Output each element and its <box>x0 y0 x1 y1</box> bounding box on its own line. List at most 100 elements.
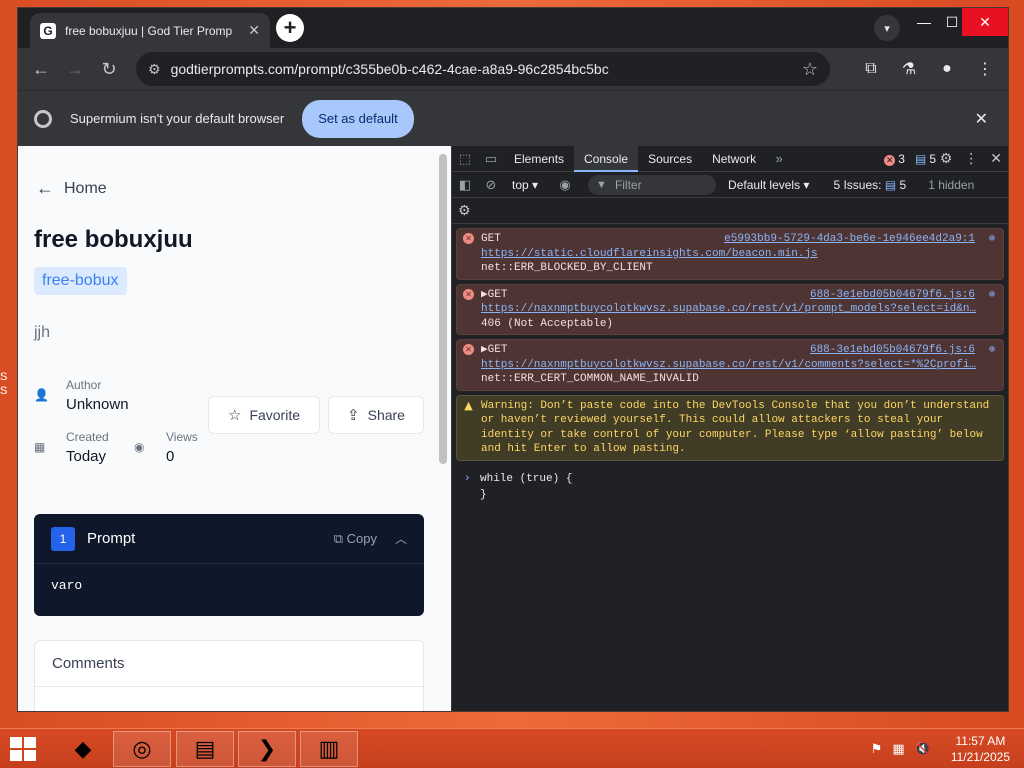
request-url[interactable]: https://static.cloudflareinsights.com/be… <box>481 247 977 262</box>
ai-insight-icon[interactable]: ⊕ <box>989 233 995 248</box>
inspect-element-icon[interactable]: ⬚ <box>452 151 478 167</box>
live-expression-eye-icon[interactable]: ◉ <box>552 177 578 193</box>
clear-console-icon[interactable]: ⊘ <box>478 177 504 193</box>
file-explorer-icon[interactable]: ▤ <box>176 731 234 767</box>
request-method[interactable]: ▶GET <box>481 289 507 301</box>
back-arrow-icon[interactable]: ← <box>24 52 58 86</box>
context-selector[interactable]: top ▾ <box>512 178 538 192</box>
tab-elements[interactable]: Elements <box>504 146 574 172</box>
source-link[interactable]: 688-3e1ebd05b04679f6.js:6 <box>810 343 975 358</box>
reload-icon[interactable]: ↻ <box>92 52 126 86</box>
home-link[interactable]: ← Home <box>36 178 107 199</box>
ai-insight-icon[interactable]: ⊕ <box>989 289 995 304</box>
source-link[interactable]: e5993bb9-5729-4da3-be6e-1e946ee4d2a9:1 <box>724 232 975 247</box>
menu-kebab-icon[interactable]: ⋮ <box>970 54 1000 84</box>
address-bar[interactable]: ⚙ godtierprompts.com/prompt/c355be0b-c46… <box>136 52 830 86</box>
console-settings-row: ⚙ <box>452 198 1008 224</box>
console-input-line[interactable]: › while (true) { <box>456 471 1004 487</box>
calendar-icon: ▦ <box>34 440 46 454</box>
infobar-close-icon[interactable]: ✕ <box>975 109 988 129</box>
ai-insight-icon[interactable]: ⊕ <box>989 344 995 359</box>
prompt-card: 1 Prompt ⧉ Copy ︿ varo <box>34 514 424 616</box>
request-url[interactable]: https://naxnmptbuycolotkwvsz.supabase.co… <box>481 302 977 317</box>
devtools-tabbar: ⬚ ▭ Elements Console Sources Network » ✕… <box>452 145 1008 172</box>
settings-gear-icon[interactable]: ⚙ <box>940 150 953 167</box>
app-icon-red[interactable]: ◆ <box>54 731 112 767</box>
views-label: Views <box>166 430 198 444</box>
clock[interactable]: 11:57 AM 11/21/2025 <box>951 733 1010 765</box>
close-window-button[interactable]: ✕ <box>962 8 1008 36</box>
site-favicon-icon: G <box>40 22 56 39</box>
message-counter[interactable]: ▤ 5 <box>915 152 936 166</box>
site-info-icon[interactable]: ⚙ <box>148 61 161 78</box>
console-error-message[interactable]: ✕ ▶GET 688-3e1ebd05b04679f6.js:6 ⊕ https… <box>456 339 1004 391</box>
issues-link[interactable]: 5 Issues: ▤ 5 <box>833 178 906 192</box>
devtools-menu-icon[interactable]: ⋮ <box>964 150 978 167</box>
extensions-icon[interactable]: ⧉ <box>856 54 886 84</box>
eye-icon: ◉ <box>134 440 145 454</box>
more-tabs-icon[interactable]: » <box>766 151 792 166</box>
request-method: GET <box>481 233 501 245</box>
prompt-header[interactable]: 1 Prompt ⧉ Copy ︿ <box>34 514 424 564</box>
forward-arrow-icon[interactable]: → <box>58 52 92 86</box>
console-error-message[interactable]: ✕ GET e5993bb9-5729-4da3-be6e-1e946ee4d2… <box>456 228 1004 280</box>
clock-date: 11/21/2025 <box>950 750 1010 764</box>
filter-input[interactable]: ▼ Filter <box>588 174 717 195</box>
chevron-up-icon[interactable]: ︿ <box>395 530 407 547</box>
device-toolbar-icon[interactable]: ▭ <box>478 151 504 167</box>
page-scrollbar[interactable] <box>439 154 447 464</box>
console-input-text[interactable]: while (true) { <box>480 473 572 485</box>
favorite-button[interactable]: ☆ Favorite <box>208 396 320 434</box>
powershell-icon[interactable]: ❯ <box>238 731 296 767</box>
bookmark-star-icon[interactable]: ☆ <box>802 59 818 80</box>
file-cabinet-icon[interactable]: ▥ <box>300 731 358 767</box>
browser-tab[interactable]: G free bobuxjuu | God Tier Promp ✕ <box>30 13 270 48</box>
prompt-label: Prompt <box>87 530 136 547</box>
console-input-text-2[interactable]: } <box>480 489 487 501</box>
source-link[interactable]: 688-3e1ebd05b04679f6.js:6 <box>810 288 975 303</box>
request-url[interactable]: https://naxnmptbuycolotkwvsz.supabase.co… <box>481 358 977 373</box>
console-input-line-2[interactable]: } <box>456 487 1004 503</box>
sidebar-toggle-icon[interactable]: ◧ <box>452 177 478 193</box>
infobar-text: Supermium isn't your default browser <box>70 111 285 126</box>
error-detail: 406 (Not Acceptable) <box>481 317 614 330</box>
tab-sources[interactable]: Sources <box>638 146 702 172</box>
home-link-label: Home <box>64 179 107 197</box>
error-counter[interactable]: ✕ 3 <box>884 152 905 166</box>
labs-flask-icon[interactable]: ⚗ <box>894 54 924 84</box>
share-label: Share <box>367 407 405 423</box>
console-settings-gear-icon[interactable]: ⚙ <box>458 202 471 219</box>
error-count: 3 <box>898 152 905 166</box>
console-error-message[interactable]: ✕ ▶GET 688-3e1ebd05b04679f6.js:6 ⊕ https… <box>456 283 1004 335</box>
views-meta: ◉ Views 0 <box>134 430 198 465</box>
comments-section: Comments <box>34 640 424 711</box>
clock-time: 11:57 AM <box>955 734 1006 748</box>
request-method[interactable]: ▶GET <box>481 344 507 356</box>
browser-taskbar-icon[interactable]: ◎ <box>113 731 171 767</box>
log-levels-dropdown[interactable]: Default levels ▾ <box>728 178 809 192</box>
share-button[interactable]: ⇪ Share <box>328 396 424 434</box>
devtools-close-icon[interactable]: ✕ <box>990 150 1002 167</box>
tag-badge[interactable]: free-bobux <box>34 267 127 295</box>
profile-icon[interactable]: ● <box>932 54 962 84</box>
tab-console[interactable]: Console <box>574 145 639 172</box>
start-windows-icon[interactable] <box>10 737 36 761</box>
flag-icon[interactable]: ⚑ <box>871 741 883 757</box>
url-text: godtierprompts.com/prompt/c355be0b-c462-… <box>170 61 609 77</box>
author-value: Unknown <box>66 396 129 413</box>
created-meta: ▦ Created Today <box>34 430 109 465</box>
new-tab-button[interactable]: + <box>276 14 304 42</box>
error-icon: ✕ <box>463 233 474 244</box>
tab-network[interactable]: Network <box>702 146 766 172</box>
devtools-counters[interactable]: ✕ 3 ▤ 5 <box>884 152 936 166</box>
copy-button[interactable]: ⧉ Copy <box>334 531 377 547</box>
set-default-button[interactable]: Set as default <box>302 99 414 138</box>
tab-search-icon[interactable]: ▾ <box>874 15 900 41</box>
default-browser-infobar: Supermium isn't your default browser Set… <box>18 90 1008 146</box>
prompt-body: varo <box>51 578 83 593</box>
console-toolbar: ◧ ⊘ top ▾ ◉ ▼ Filter Default levels ▾ 5 … <box>452 172 1008 198</box>
network-icon[interactable]: ▦ <box>892 741 904 757</box>
comments-title: Comments <box>35 641 423 687</box>
volume-muted-icon[interactable]: 🔇 <box>915 741 931 757</box>
tab-close-icon[interactable]: ✕ <box>248 22 260 39</box>
